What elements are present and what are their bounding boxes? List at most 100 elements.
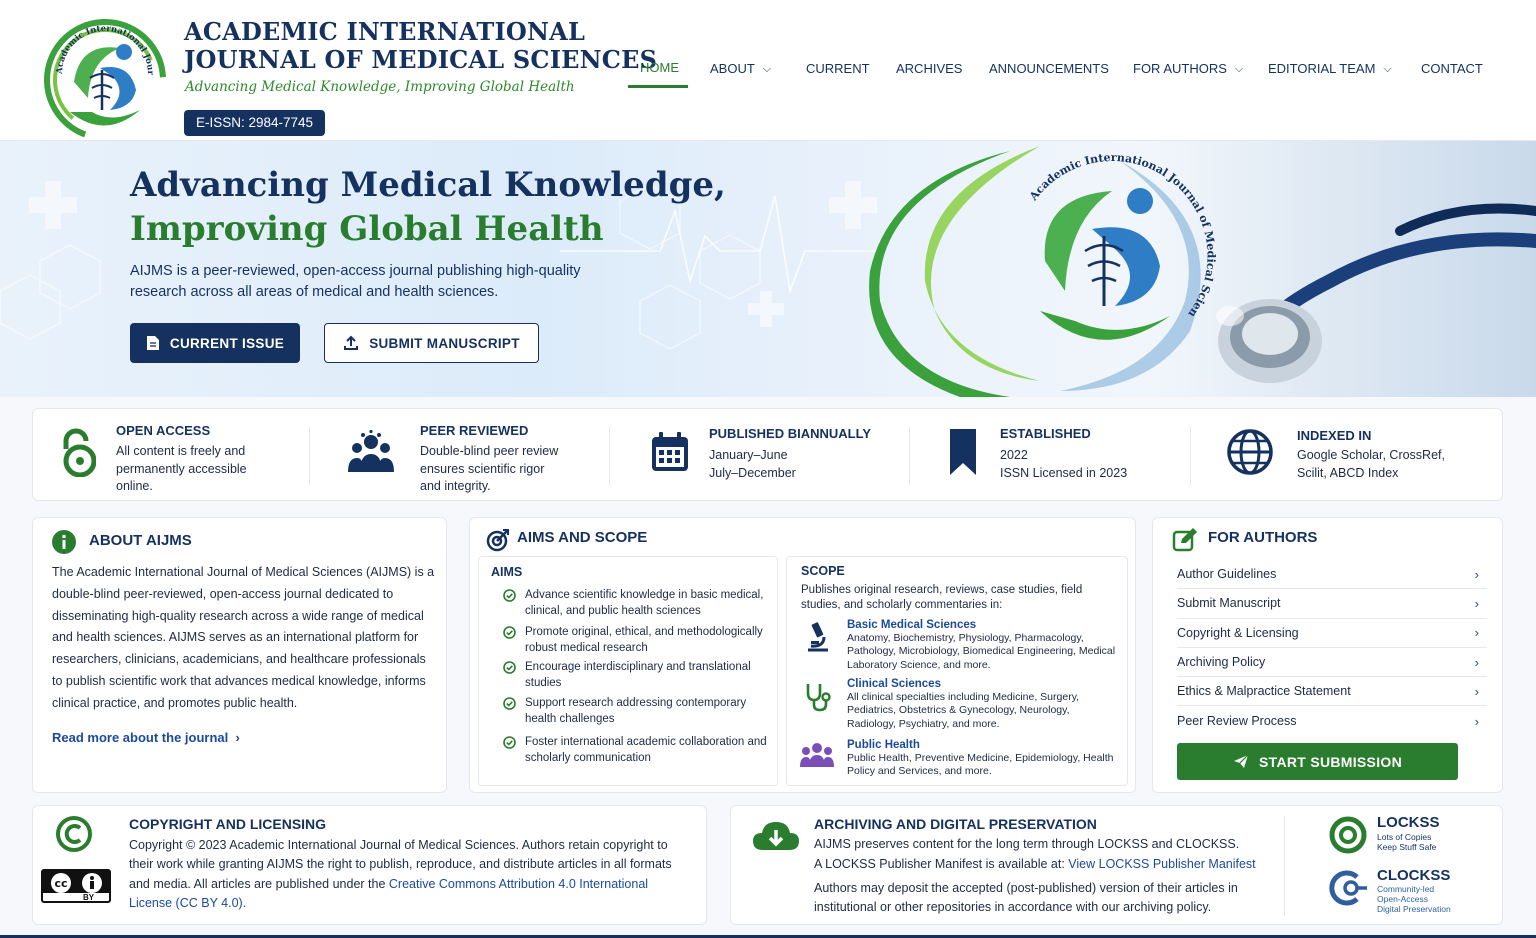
archiving-card: ARCHIVING AND DIGITAL PRESERVATION AIJMS… <box>730 805 1503 925</box>
author-link-archiving[interactable]: Archiving Policy › <box>1177 648 1487 678</box>
send-icon <box>1234 754 1249 768</box>
current-issue-label: CURRENT ISSUE <box>169 335 285 351</box>
scope-item-clinical: Clinical Sciences All clinical specialti… <box>847 677 1117 731</box>
site-header: Academic International Journal of Medica… <box>0 0 1536 141</box>
nav-announcements-label: ANNOUNCEMENTS <box>989 61 1109 76</box>
journal-tagline: Advancing Medical Knowledge, Improving G… <box>185 79 575 95</box>
chevron-down-icon: ⌵ <box>1383 63 1392 75</box>
hero-heading: Advancing Medical Knowledge, Improving G… <box>130 163 726 251</box>
feature-text: Double-blind peer review ensures scientif… <box>420 444 559 493</box>
feature-published-biannually: PUBLISHED BIANNUALLY January–June July–De… <box>645 409 915 502</box>
chevron-right-icon: › <box>1474 625 1479 641</box>
people-icon <box>346 427 396 477</box>
aim-item: Encourage interdisciplinary and translat… <box>503 659 770 691</box>
lockss-manifest-link[interactable]: View LOCKSS Publisher Manifest <box>1068 857 1255 871</box>
feature-peer-reviewed: PEER REVIEWED Double-blind peer review en… <box>346 409 616 502</box>
feature-indexed-in: INDEXED IN Google Scholar, CrossRef, Scil… <box>1225 409 1485 502</box>
start-submission-button[interactable]: START SUBMISSION <box>1177 743 1458 780</box>
feature-title: PUBLISHED BIANNUALLY <box>709 426 872 441</box>
microscope-icon <box>799 619 835 655</box>
divider <box>1284 816 1285 916</box>
feature-text: Google Scholar, CrossRef, Scilit, ABCD In… <box>1297 448 1445 480</box>
open-lock-icon <box>51 427 101 477</box>
hero-description: AIJMS is a peer-reviewed, open-access jo… <box>130 263 581 300</box>
group-icon <box>799 737 835 773</box>
author-link-copyright[interactable]: Copyright & Licensing › <box>1177 619 1487 648</box>
chevron-right-icon: › <box>1474 683 1479 699</box>
copyright-body: Copyright © 2023 Academic International … <box>129 838 672 910</box>
nav-archives[interactable]: ARCHIVES <box>896 50 962 88</box>
for-authors-card: FOR AUTHORS Author Guidelines › Submit Ma… <box>1152 517 1503 793</box>
read-more-label: Read more about the journal <box>52 730 229 745</box>
nav-current[interactable]: CURRENT <box>806 50 870 88</box>
author-link-peer-review[interactable]: Peer Review Process › <box>1177 706 1487 735</box>
nav-about[interactable]: ABOUT ⌵ <box>710 50 771 88</box>
chevron-right-icon: › <box>1474 654 1479 670</box>
scope-item-public-health: Public Health Public Health, Preventive … <box>847 738 1117 779</box>
nav-home-label: HOME <box>640 59 679 75</box>
aims-scope-title: AIMS AND SCOPE <box>517 529 648 546</box>
journal-logo[interactable]: Academic International Journal of Medica… <box>40 12 170 142</box>
journal-title-line1: ACADEMIC INTERNATIONAL <box>184 17 586 46</box>
scope-item-desc: Anatomy, Biochemistry, Physiology, Pharm… <box>847 632 1116 671</box>
archiving-title: ARCHIVING AND DIGITAL PRESERVATION <box>814 816 1097 832</box>
check-circle-icon <box>503 697 516 710</box>
issn-badge: E-ISSN: 2984-7745 <box>184 110 326 136</box>
bookmark-icon <box>938 427 988 477</box>
chevron-right-icon: › <box>1474 566 1479 582</box>
divider <box>309 427 310 485</box>
read-more-link[interactable]: Read more about the journal › <box>52 730 240 745</box>
cc-text: cc <box>54 877 67 890</box>
current-issue-button[interactable]: CURRENT ISSUE <box>130 323 300 363</box>
chevron-right-icon: › <box>231 730 240 745</box>
nav-contact-label: CONTACT <box>1421 61 1483 76</box>
scope-item-desc: Public Health, Preventive Medicine, Epid… <box>847 752 1114 778</box>
nav-home[interactable]: HOME <box>628 50 688 88</box>
feature-text: All content is freely and permanently acc… <box>116 444 247 493</box>
archiving-line3: Authors may deposit the accepted (post-p… <box>814 881 1238 915</box>
about-body: The Academic International Journal of Me… <box>52 565 435 710</box>
check-circle-icon <box>503 626 516 639</box>
nav-current-label: CURRENT <box>806 61 870 76</box>
nav-for-authors[interactable]: FOR AUTHORS ⌵ <box>1133 50 1243 88</box>
feature-title: ESTABLISHED <box>1000 426 1091 441</box>
globe-icon <box>1225 427 1275 477</box>
nav-contact[interactable]: CONTACT <box>1421 50 1483 88</box>
aims-scope-card: AIMS AND SCOPE AIMS Advance scientific k… <box>469 517 1136 793</box>
journal-title[interactable]: ACADEMIC INTERNATIONAL JOURNAL OF MEDICA… <box>184 18 657 74</box>
lockss-icon <box>1329 816 1367 854</box>
clockss-icon <box>1329 870 1367 906</box>
hero-banner: Academic International Journal of Medica… <box>0 141 1536 397</box>
clockss-logo[interactable]: CLOCKSS Community-led Open-Access Digital … <box>1327 867 1487 917</box>
check-circle-icon <box>503 589 516 602</box>
stethoscope-icon <box>799 679 835 715</box>
by-text: BY <box>83 893 95 902</box>
cloud-download-icon <box>753 822 799 850</box>
nav-announcements[interactable]: ANNOUNCEMENTS <box>989 50 1109 88</box>
scope-intro: Publishes original research, reviews, ca… <box>801 584 1083 611</box>
scope-item-basic: Basic Medical Sciences Anatomy, Biochemi… <box>847 618 1117 672</box>
nav-editorial-team-label: EDITORIAL TEAM <box>1268 61 1376 76</box>
chevron-right-icon: › <box>1474 713 1479 729</box>
submit-manuscript-button[interactable]: SUBMIT MANUSCRIPT <box>324 323 539 363</box>
author-link-submit[interactable]: Submit Manuscript › <box>1177 589 1487 619</box>
upload-icon <box>344 335 359 350</box>
nav-archives-label: ARCHIVES <box>896 61 963 76</box>
feature-established: ESTABLISHED 2022 ISSN Licensed in 2023 <box>938 409 1188 502</box>
info-icon <box>52 530 76 554</box>
copyright-title: COPYRIGHT AND LICENSING <box>129 816 327 832</box>
lockss-logo[interactable]: LOCKSS Lots of Copies Keep Stuff Safe <box>1329 814 1479 860</box>
author-link-ethics[interactable]: Ethics & Malpractice Statement › <box>1177 677 1487 707</box>
archiving-line2: A LOCKSS Publisher Manifest is available… <box>814 857 1256 871</box>
divider <box>1190 427 1191 485</box>
feature-title: OPEN ACCESS <box>116 423 211 438</box>
document-icon <box>146 336 159 350</box>
aim-item: Advance scientific knowledge in basic me… <box>503 587 770 619</box>
scope-item-desc: All clinical specialties including Medic… <box>847 691 1080 730</box>
archiving-line1: AIJMS preserves content for the long ter… <box>814 837 1240 851</box>
feature-open-access: OPEN ACCESS All content is freely and per… <box>51 409 311 502</box>
submit-manuscript-label: SUBMIT MANUSCRIPT <box>369 335 520 351</box>
nav-editorial-team[interactable]: EDITORIAL TEAM ⌵ <box>1268 50 1392 88</box>
journal-title-line2: JOURNAL OF MEDICAL SCIENCES <box>184 45 658 74</box>
author-link-guidelines[interactable]: Author Guidelines › <box>1177 560 1487 590</box>
